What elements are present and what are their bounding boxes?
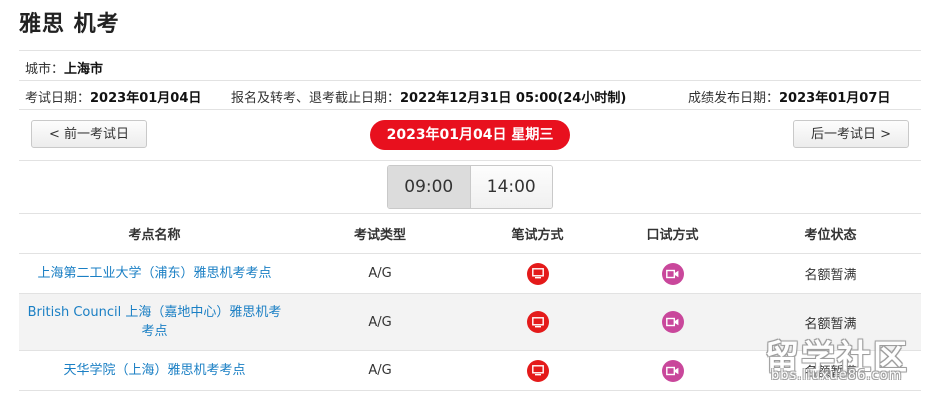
city-value: 上海市 [64, 62, 104, 77]
deadline-info: 报名及转考、退考截止日期：2022年12月31日 05:00(24小时制) [231, 87, 626, 106]
video-icon [661, 311, 684, 333]
venue-link[interactable]: British Council 上海（嘉地中心）雅思机考考点 [25, 303, 285, 341]
video-icon [661, 359, 684, 382]
video-icon [661, 262, 684, 285]
page-title: 雅思 机考 [19, 12, 120, 37]
venue-link[interactable]: 天华学院（上海）雅思机考考点 [63, 361, 245, 380]
site-watermark: 留学社区 bbs.liuxue86.com [765, 330, 909, 383]
next-exam-day-button[interactable]: 后一考试日 > [793, 120, 909, 148]
exam-date-label: 考试日期： [25, 91, 91, 106]
current-date-badge: 2023年01月04日 星期三 [370, 120, 570, 150]
exam-type: A/G [290, 293, 470, 351]
divider [19, 50, 921, 51]
exam-date-value: 2023年01月04日 [90, 91, 202, 106]
divider [19, 160, 921, 161]
header-seat-status: 考位状态 [740, 213, 921, 254]
venue-link[interactable]: 上海第二工业大学（浦东）雅思机考考点 [37, 264, 271, 283]
header-speaking-mode: 口试方式 [605, 213, 740, 254]
table-header-row: 考点名称 考试类型 笔试方式 口试方式 考位状态 [19, 213, 921, 254]
city-label: 城市： [25, 62, 65, 77]
result-date-value: 2023年01月07日 [779, 91, 891, 106]
divider [19, 80, 921, 81]
divider [19, 109, 921, 110]
computer-icon [526, 311, 549, 333]
time-slot-1400[interactable]: 14:00 [470, 166, 552, 208]
header-venue-name: 考点名称 [19, 213, 290, 254]
time-slot-0900[interactable]: 09:00 [388, 166, 471, 208]
exam-date-info: 考试日期：2023年01月04日 [25, 87, 201, 106]
deadline-value: 2022年12月31日 05:00(24小时制) [400, 91, 627, 106]
table-row: 上海第二工业大学（浦东）雅思机考考点 A/G 名额暂满 [19, 253, 921, 294]
city-row: 城市：上海市 [25, 58, 103, 77]
prev-exam-day-button[interactable]: < 前一考试日 [31, 120, 147, 148]
watermark-url: bbs.liuxue86.com [771, 368, 903, 383]
header-written-mode: 笔试方式 [470, 213, 605, 254]
computer-icon [526, 262, 549, 285]
seat-status: 名额暂满 [740, 253, 921, 294]
exam-type: A/G [290, 253, 470, 294]
result-date-info: 成绩发布日期：2023年01月07日 [688, 87, 890, 106]
time-slot-selector: 09:00 14:00 [387, 165, 553, 209]
deadline-label: 报名及转考、退考截止日期： [231, 91, 401, 106]
header-exam-type: 考试类型 [290, 213, 470, 254]
result-date-label: 成绩发布日期： [688, 91, 780, 106]
computer-icon [526, 359, 549, 382]
exam-type: A/G [290, 350, 470, 391]
